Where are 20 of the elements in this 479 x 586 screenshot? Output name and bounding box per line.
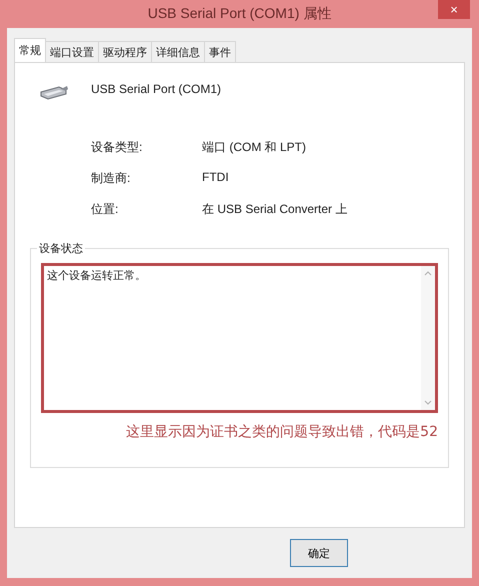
property-label: 制造商:	[91, 170, 132, 187]
property-label: 设备类型:	[91, 139, 144, 156]
window-title: USB Serial Port (COM1) 属性	[148, 5, 332, 23]
close-button[interactable]: ×	[438, 0, 470, 19]
scroll-down-icon[interactable]	[424, 400, 432, 406]
group-title: 设备状态	[37, 241, 85, 256]
ok-button[interactable]: 确定	[290, 539, 348, 567]
status-text: 这个设备运转正常。	[46, 268, 147, 284]
scrollbar[interactable]	[421, 266, 435, 410]
connector-icon	[39, 83, 69, 101]
status-text-box[interactable]: 这个设备运转正常。	[41, 263, 438, 413]
property-label: 位置:	[91, 201, 120, 218]
device-name: USB Serial Port (COM1)	[91, 82, 222, 96]
property-value: FTDI	[202, 170, 230, 186]
property-value: 端口 (COM 和 LPT)	[202, 139, 307, 156]
tab[interactable]: 常规	[14, 38, 46, 62]
property-value: 在 USB Serial Converter 上	[202, 201, 348, 218]
annotation-text: 这里显示因为证书之类的问题导致出错，代码是52	[126, 423, 438, 441]
tab[interactable]: 事件	[204, 41, 236, 62]
scroll-up-icon[interactable]	[424, 270, 432, 276]
